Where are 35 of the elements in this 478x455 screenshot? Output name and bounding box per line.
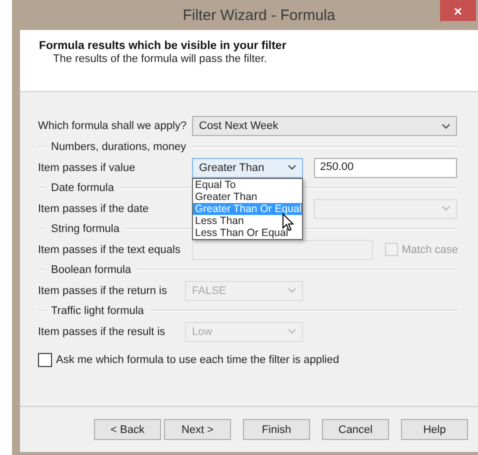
section-heading: Boolean formula xyxy=(50,264,132,276)
field-label: Item passes if the text equals xyxy=(38,244,182,256)
window-title: Filter Wizard - Formula xyxy=(182,6,336,24)
wizard-button[interactable]: < Back xyxy=(94,419,161,440)
field-label: Which formula shall we apply? xyxy=(38,120,188,132)
chevron-down-icon xyxy=(288,288,296,293)
checkbox-label: Match case xyxy=(402,244,458,256)
field-label: Item passes if the result is xyxy=(38,326,166,338)
checkbox[interactable] xyxy=(38,353,52,367)
condition-dropdown[interactable]: Greater Than xyxy=(192,158,303,178)
section-heading: Traffic light formula xyxy=(50,305,145,317)
header-title: Formula results which be visible in your filter xyxy=(39,40,288,52)
section-heading: Numbers, durations, money xyxy=(50,141,188,153)
dropdown-option[interactable]: Greater Than xyxy=(193,191,302,203)
dropdown-option[interactable]: Less Than xyxy=(193,215,302,227)
chevron-down-icon xyxy=(288,329,296,334)
value-field[interactable]: 250.00 xyxy=(314,158,457,178)
field-label: Item passes if value xyxy=(38,162,136,174)
header-subtitle: The results of the formula will pass the filter. xyxy=(53,53,268,65)
dropdown-option[interactable]: Equal To xyxy=(193,179,302,191)
chevron-down-icon xyxy=(288,165,296,170)
close-button[interactable]: × xyxy=(440,0,476,21)
chevron-down-icon xyxy=(442,206,450,211)
wizard-button[interactable]: Cancel xyxy=(322,419,389,440)
checkbox-label: Ask me which formula to use each time the filter is applied xyxy=(56,354,340,366)
formula-dropdown[interactable]: Cost Next Week xyxy=(192,116,457,136)
section-heading: Date formula xyxy=(50,182,115,194)
wizard-button[interactable]: Next > xyxy=(164,419,231,440)
chevron-down-icon xyxy=(442,124,450,128)
dropdown-option[interactable]: Less Than Or Equal xyxy=(193,227,302,239)
wizard-button[interactable]: Help xyxy=(401,419,468,440)
wizard-button[interactable]: Finish xyxy=(243,419,310,440)
section-heading: String formula xyxy=(50,223,120,235)
field-label: Item passes if the date xyxy=(38,202,150,214)
field-label: Item passes if the return is xyxy=(38,284,168,296)
